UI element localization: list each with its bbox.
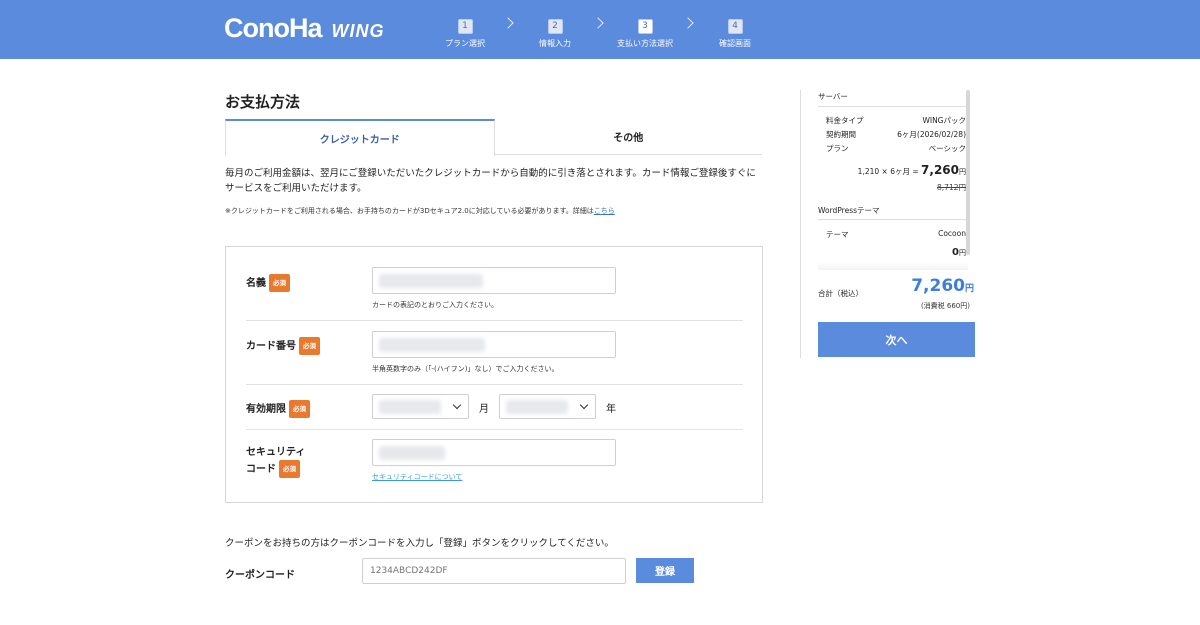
step-4: 4 確認画面 xyxy=(685,13,785,49)
tab-credit-card[interactable]: クレジットカード xyxy=(225,119,495,156)
summary-row: 料金タイプ WINGパック xyxy=(826,115,966,126)
page-title: お支払方法 xyxy=(225,93,301,111)
summary-row: プラン ベーシック xyxy=(826,143,966,154)
chevron-down-icon xyxy=(452,400,462,410)
coupon-code-input[interactable] xyxy=(362,558,626,584)
theme-value: Cocoon xyxy=(938,229,966,238)
required-badge: 必須 xyxy=(289,400,310,418)
name-hint: カードの表記のとおりご入力ください。 xyxy=(372,301,498,309)
required-badge: 必須 xyxy=(269,274,290,292)
year-unit: 年 xyxy=(606,404,616,415)
security-label-line1: セキュリティ xyxy=(246,447,306,458)
logo-main: ConoHa xyxy=(224,13,322,43)
security-code-label: セキュリティ コード 必須 xyxy=(246,446,305,478)
total-amount: 7,260円 xyxy=(818,276,974,296)
security-code-help-link[interactable]: セキュリティコードについて xyxy=(372,472,462,482)
step-number: 1 xyxy=(457,19,473,34)
card-number-label: カード番号 必須 xyxy=(246,337,320,355)
header: ConoHa WING 1 プラン選択 2 情報入力 3 支払い方法選択 4 確… xyxy=(0,0,1200,59)
3ds-note-text: ※クレジットカードをご利用される場合、お手持ちのカードが3Dセキュア2.0に対応… xyxy=(225,207,594,215)
required-badge: 必須 xyxy=(279,460,300,478)
total-yen: 円 xyxy=(964,284,974,294)
step-label: 確認画面 xyxy=(719,39,751,48)
summary-key: 料金タイプ xyxy=(826,116,864,125)
masked-value xyxy=(379,400,441,414)
card-number-input[interactable] xyxy=(372,331,616,358)
logo-sub: WING xyxy=(331,21,385,41)
calc-prefix: 1,210 × 6ヶ月 = xyxy=(857,167,922,176)
calc-yen: 円 xyxy=(959,168,966,176)
summary-value: ベーシック xyxy=(928,144,966,153)
month-unit: 月 xyxy=(479,404,489,415)
step-label: 支払い方法選択 xyxy=(617,39,673,48)
server-heading: サーバー xyxy=(818,92,848,101)
step-number: 2 xyxy=(547,19,563,34)
name-label: 名義 必須 xyxy=(246,274,290,292)
masked-value xyxy=(506,400,568,414)
expiry-month-select[interactable] xyxy=(372,394,469,419)
coupon-label: クーポンコード xyxy=(225,570,295,581)
card-number-label-text: カード番号 xyxy=(246,341,296,352)
summary-row: 契約期間 6ヶ月(2026/02/28) xyxy=(826,129,966,140)
logo[interactable]: ConoHa WING xyxy=(224,13,385,44)
summary-value: WINGパック xyxy=(922,116,966,125)
sidebar-scrollbar[interactable] xyxy=(966,90,970,255)
card-number-hint: 半角英数字のみ（「-(ハイフン)」なし）でご入力ください。 xyxy=(372,365,559,373)
coupon-instruction: クーポンをお持ちの方はクーポンコードを入力し「登録」ボタンをクリックしてください… xyxy=(225,538,614,549)
payment-description: 毎月のご利用金額は、翌月にご登録いただいたクレジットカードから自動的に引き落とさ… xyxy=(225,168,756,194)
step-2: 2 情報入力 xyxy=(505,13,605,49)
next-button[interactable]: 次へ xyxy=(818,322,975,357)
card-holder-input[interactable] xyxy=(372,267,616,294)
step-number: 4 xyxy=(727,19,743,34)
3ds-note: ※クレジットカードをご利用される場合、お手持ちのカードが3Dセキュア2.0に対応… xyxy=(225,206,615,216)
divider xyxy=(818,106,966,107)
wp-theme-heading: WordPressテーマ xyxy=(818,206,880,215)
theme-price-value: 0 xyxy=(952,247,959,258)
step-3: 3 支払い方法選択 xyxy=(595,13,695,49)
theme-price: 0円 xyxy=(818,247,966,258)
masked-value xyxy=(379,446,445,460)
coupon-register-button[interactable]: 登録 xyxy=(636,558,694,583)
name-label-text: 名義 xyxy=(246,278,266,289)
divider xyxy=(246,384,743,385)
total-value: 7,260 xyxy=(911,276,965,296)
security-label-line2: コード xyxy=(246,464,276,475)
theme-key: テーマ xyxy=(826,230,849,239)
divider xyxy=(818,219,966,220)
expiry-label: 有効期限 必須 xyxy=(246,400,310,418)
original-price: 8,712円 xyxy=(937,183,966,192)
required-badge: 必須 xyxy=(299,337,320,355)
divider xyxy=(246,429,743,430)
expiry-year-select[interactable] xyxy=(499,394,596,419)
chevron-down-icon xyxy=(579,400,589,410)
summary-key: プラン xyxy=(826,144,849,153)
payment-tabs: クレジットカード その他 xyxy=(225,119,763,156)
tax-note: (消費税 660円) xyxy=(920,302,970,310)
divider xyxy=(246,320,743,321)
security-code-input[interactable] xyxy=(372,439,616,466)
step-1: 1 プラン選択 xyxy=(415,13,515,49)
masked-value xyxy=(379,274,483,288)
scroll-fade xyxy=(818,262,968,270)
step-label: 情報入力 xyxy=(539,39,571,48)
tab-other[interactable]: その他 xyxy=(495,119,763,154)
masked-value xyxy=(379,338,485,352)
step-label: プラン選択 xyxy=(445,39,485,48)
summary-value: 6ヶ月(2026/02/28) xyxy=(897,130,966,139)
sidebar-border xyxy=(800,90,801,358)
3ds-details-link[interactable]: こちら xyxy=(594,207,615,215)
theme-price-yen: 円 xyxy=(959,249,966,257)
step-number: 3 xyxy=(637,19,653,34)
calc-total: 7,260 xyxy=(921,163,959,177)
server-price-calc: 1,210 × 6ヶ月 = 7,260円 xyxy=(818,163,966,177)
theme-row: テーマ Cocoon xyxy=(826,229,966,240)
expiry-label-text: 有効期限 xyxy=(246,404,286,415)
summary-key: 契約期間 xyxy=(826,130,856,139)
card-form: 名義 必須 カードの表記のとおりご入力ください。 カード番号 必須 半角英数字のみ（… xyxy=(225,246,763,503)
